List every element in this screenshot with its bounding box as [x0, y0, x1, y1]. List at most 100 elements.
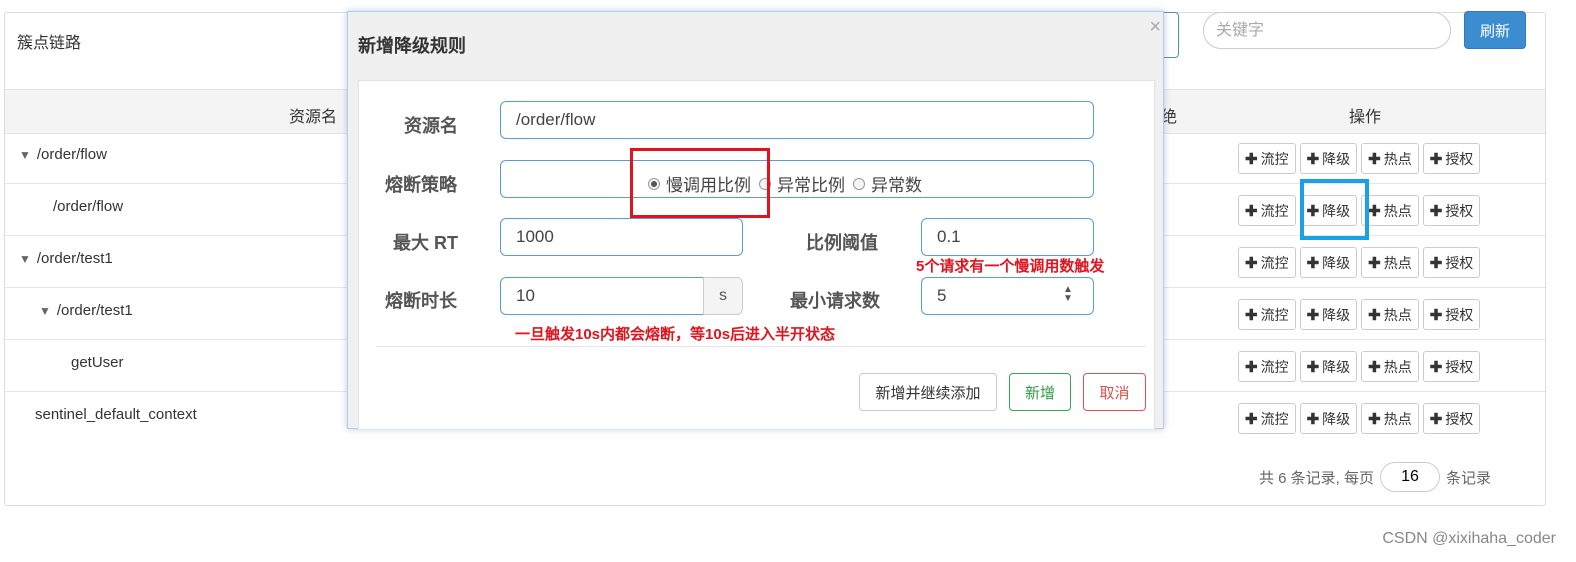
- degrade-button[interactable]: ✚ 降级: [1299, 403, 1358, 434]
- degrade-button-label: 降级: [1322, 254, 1351, 271]
- resource-name: getUser: [71, 354, 124, 371]
- auth-button[interactable]: ✚ 授权: [1422, 195, 1481, 226]
- hot-button[interactable]: ✚ 热点: [1361, 247, 1419, 278]
- duration-unit: s: [703, 277, 743, 315]
- plus-icon: ✚: [1429, 306, 1443, 324]
- degrade-button[interactable]: ✚ 降级: [1299, 351, 1358, 382]
- resource-name: sentinel_default_context: [35, 406, 197, 423]
- page-size-input[interactable]: [1380, 462, 1441, 492]
- duration-input[interactable]: 10: [500, 277, 704, 315]
- auth-button[interactable]: ✚ 授权: [1422, 351, 1481, 382]
- resource-name: ▼ /order/test1: [39, 302, 133, 319]
- auth-button[interactable]: ✚ 授权: [1422, 403, 1481, 434]
- row-actions: ✚ 流控 ✚ 降级 ✚ 热点 ✚ 授权: [1238, 403, 1481, 434]
- auth-button[interactable]: ✚ 授权: [1422, 247, 1481, 278]
- plus-icon: ✚: [1245, 150, 1258, 168]
- hot-button-label: 热点: [1383, 150, 1412, 167]
- close-icon[interactable]: ×: [1149, 16, 1161, 39]
- row-actions: ✚ 流控 ✚ 降级 ✚ 热点 ✚ 授权: [1238, 247, 1481, 278]
- ratio-input[interactable]: 0.1: [921, 218, 1094, 256]
- flow-button-label: 流控: [1260, 150, 1289, 167]
- resource-name-text: sentinel_default_context: [35, 406, 197, 423]
- modal-title: 新增降级规则: [358, 36, 466, 56]
- auth-button[interactable]: ✚ 授权: [1422, 143, 1481, 174]
- flow-button[interactable]: ✚ 流控: [1238, 247, 1296, 278]
- flow-button-label: 流控: [1260, 202, 1289, 219]
- resource-input[interactable]: /order/flow: [500, 101, 1094, 139]
- flow-button-label: 流控: [1260, 254, 1289, 271]
- plus-icon: ✚: [1245, 410, 1258, 428]
- hot-button-label: 热点: [1383, 410, 1412, 427]
- col-ops-header: 操作: [1349, 109, 1382, 126]
- plus-icon: ✚: [1245, 358, 1258, 376]
- stepper-icon[interactable]: ▲ ▼: [1060, 285, 1076, 305]
- pager-prefix: 共 6 条记录, 每页: [1259, 469, 1375, 487]
- resource-name-text: /order/test1: [36, 250, 113, 267]
- plus-icon: ✚: [1245, 254, 1258, 272]
- note-duration: 一旦触发10s内都会熔断，等10s后进入半开状态: [515, 326, 836, 343]
- radio-error-ratio[interactable]: 异常比例: [759, 171, 845, 196]
- plus-icon: ✚: [1368, 358, 1381, 376]
- flow-button[interactable]: ✚ 流控: [1238, 299, 1296, 330]
- plus-icon: ✚: [1368, 410, 1381, 428]
- watermark: CSDN @xixihaha_coder: [1382, 530, 1556, 547]
- plus-icon: ✚: [1429, 358, 1443, 376]
- col-resource-header: 资源名: [289, 109, 338, 126]
- ratio-label: 比例阈值: [806, 233, 878, 253]
- plus-icon: ✚: [1306, 358, 1320, 376]
- pagination: 共 6 条记录, 每页 条记录: [1259, 462, 1491, 492]
- plus-icon: ✚: [1429, 254, 1443, 272]
- search-input[interactable]: [1203, 12, 1451, 49]
- flow-button[interactable]: ✚ 流控: [1238, 143, 1296, 174]
- hot-button[interactable]: ✚ 热点: [1361, 351, 1419, 382]
- max-rt-input[interactable]: 1000: [500, 218, 743, 256]
- hot-button[interactable]: ✚ 热点: [1361, 195, 1419, 226]
- tree-expand-icon[interactable]: ▼: [19, 148, 31, 162]
- hot-button[interactable]: ✚ 热点: [1361, 143, 1419, 174]
- degrade-button[interactable]: ✚ 降级: [1299, 143, 1358, 174]
- pager-suffix: 条记录: [1446, 469, 1492, 487]
- degrade-button[interactable]: ✚ 降级: [1299, 247, 1358, 278]
- strategy-label: 熔断策略: [385, 175, 457, 195]
- tree-expand-icon[interactable]: ▼: [39, 304, 51, 318]
- plus-icon: ✚: [1368, 150, 1381, 168]
- flow-button[interactable]: ✚ 流控: [1238, 351, 1296, 382]
- refresh-button[interactable]: 刷新: [1464, 11, 1526, 49]
- radio-error-ratio-label: 异常比例: [777, 176, 845, 195]
- cancel-button[interactable]: 取消: [1083, 373, 1146, 411]
- flow-button-label: 流控: [1260, 306, 1289, 323]
- plus-icon: ✚: [1306, 410, 1320, 428]
- hot-button[interactable]: ✚ 热点: [1361, 299, 1419, 330]
- plus-icon: ✚: [1306, 306, 1320, 324]
- degrade-button-label: 降级: [1322, 306, 1351, 323]
- plus-icon: ✚: [1429, 150, 1443, 168]
- hot-button-label: 热点: [1383, 254, 1412, 271]
- flow-button-label: 流控: [1260, 358, 1289, 375]
- min-request-label: 最小请求数: [790, 291, 880, 311]
- plus-icon: ✚: [1429, 202, 1443, 220]
- degrade-button[interactable]: ✚ 降级: [1299, 299, 1358, 330]
- resource-name-text: /order/flow: [36, 146, 107, 163]
- duration-label: 熔断时长: [385, 291, 457, 311]
- resource-name: /order/flow: [53, 198, 123, 215]
- hot-button-label: 热点: [1383, 202, 1412, 219]
- tree-expand-icon[interactable]: ▼: [19, 252, 31, 266]
- note-slow-call: 5个请求有一个慢调用数触发: [916, 258, 1105, 275]
- flow-button[interactable]: ✚ 流控: [1238, 403, 1296, 434]
- add-button[interactable]: 新增: [1009, 373, 1071, 411]
- plus-icon: ✚: [1245, 202, 1258, 220]
- hot-button[interactable]: ✚ 热点: [1361, 403, 1419, 434]
- resource-name-text: /order/test1: [56, 302, 133, 319]
- hot-button-label: 热点: [1383, 306, 1412, 323]
- add-continue-button[interactable]: 新增并继续添加: [859, 373, 997, 411]
- plus-icon: ✚: [1306, 150, 1320, 168]
- plus-icon: ✚: [1368, 254, 1381, 272]
- flow-button[interactable]: ✚ 流控: [1238, 195, 1296, 226]
- resource-label: 资源名: [404, 116, 458, 136]
- plus-icon: ✚: [1245, 306, 1258, 324]
- radio-error-count[interactable]: 异常数: [853, 171, 922, 196]
- modal-divider: [376, 346, 1146, 347]
- radio-error-count-label: 异常数: [871, 176, 922, 195]
- resource-name: ▼ /order/flow: [19, 146, 107, 163]
- auth-button[interactable]: ✚ 授权: [1422, 299, 1481, 330]
